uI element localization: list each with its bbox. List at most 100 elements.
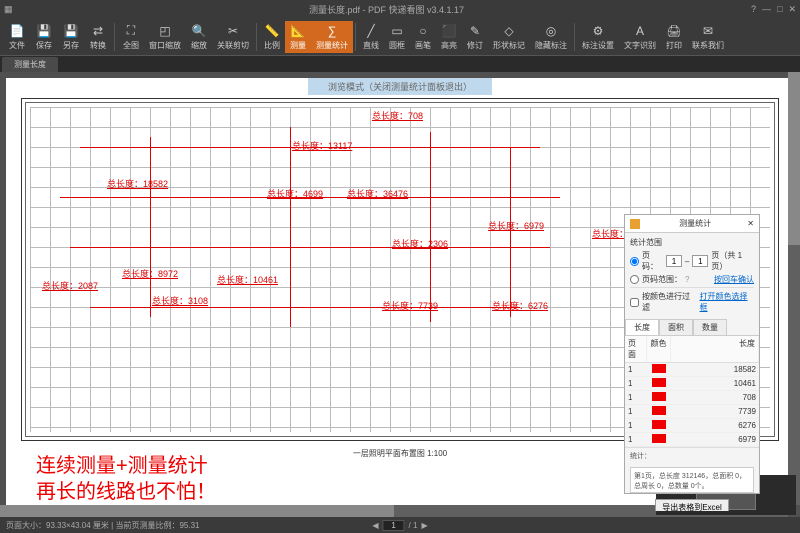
tool-stats[interactable]: ∑测量统计 xyxy=(311,21,353,53)
viewport: 浏览模式（关闭测量统计面板退出） 总长度：708 总长度：13117 总长度：185… xyxy=(0,72,800,517)
zoom-icon: 🔍 xyxy=(191,23,207,39)
drawing-canvas[interactable]: 浏览模式（关闭测量统计面板退出） 总长度：708 总长度：13117 总长度：185… xyxy=(6,78,794,511)
stats-open-palette[interactable]: 打开颜色选择框 xyxy=(700,291,755,313)
stats-summary: 第1页，总长度 312146，总面积 0，总周长 0，总数量 0个。 xyxy=(630,467,754,493)
color-swatch xyxy=(652,420,666,429)
length-label: 总长度：7739 xyxy=(382,299,438,312)
shapemark-icon: ◇ xyxy=(501,23,517,39)
measure-icon: 📐 xyxy=(290,23,306,39)
stats-row[interactable]: 16979 xyxy=(625,433,759,447)
menu-save[interactable]: 💾保存 xyxy=(31,21,57,53)
line-icon: ╱ xyxy=(363,23,379,39)
window-title: 测量长度.pdf - PDF 快递看图 v3.4.1.17 xyxy=(22,3,751,16)
hidemark-icon: ◎ xyxy=(543,23,559,39)
tool-window[interactable]: ◰窗口缩放 xyxy=(144,21,186,53)
length-label: 总长度：10461 xyxy=(217,273,278,286)
stats-panel: 测量统计 ✕ 统计范围 页码： – 页（共 1 页） 页码范围： ? 按回车确认 xyxy=(624,214,760,494)
page-current-input[interactable] xyxy=(383,520,405,531)
textrec-icon: A xyxy=(632,23,648,39)
stats-page-to[interactable] xyxy=(692,255,708,267)
length-label: 总长度：18582 xyxy=(107,177,168,190)
tool-rect[interactable]: ▭圆框 xyxy=(384,21,410,53)
length-label: 总长度：3108 xyxy=(152,294,208,307)
stats-tabs: 长度 面积 数量 xyxy=(625,319,759,336)
page-prev-icon[interactable]: ◀ xyxy=(372,521,378,530)
close-icon[interactable]: ✕ xyxy=(788,4,796,15)
stats-colorfilter-check[interactable] xyxy=(630,298,639,307)
tool-line[interactable]: ╱直线 xyxy=(358,21,384,53)
color-swatch xyxy=(652,392,666,401)
stats-row[interactable]: 118582 xyxy=(625,363,759,377)
tool-fullpage[interactable]: ⛶全图 xyxy=(118,21,144,53)
drawing-title: 一层照明平面布置图 1:100 xyxy=(353,448,447,459)
color-swatch xyxy=(652,406,666,415)
mode-banner: 浏览模式（关闭测量统计面板退出） xyxy=(308,78,492,95)
stats-export-button[interactable]: 导出表格到Excel xyxy=(655,499,729,511)
tool-setting[interactable]: ⚙标注设置 xyxy=(577,21,619,53)
tool-highlight[interactable]: ⬛高亮 xyxy=(436,21,462,53)
stats-tab-length[interactable]: 长度 xyxy=(625,319,659,335)
tool-revise[interactable]: ✎修订 xyxy=(462,21,488,53)
tool-contact[interactable]: ✉联系我们 xyxy=(687,21,729,53)
stats-icon: ∑ xyxy=(324,23,340,39)
help-icon[interactable]: ? xyxy=(751,4,756,15)
tab-document[interactable]: 测量长度 xyxy=(2,57,58,72)
length-label: 总长度：13117 xyxy=(292,139,352,152)
menu-saveas[interactable]: 💾另存 xyxy=(58,21,84,53)
menu-file[interactable]: 📄文件 xyxy=(4,21,30,53)
menu-convert[interactable]: ⇄转换 xyxy=(85,21,111,53)
length-label: 总长度：2306 xyxy=(392,237,448,250)
page-next-icon[interactable]: ▶ xyxy=(421,521,427,530)
scale-icon: 📏 xyxy=(264,23,280,39)
length-label: 总长度：2087 xyxy=(42,279,98,292)
stats-page-from[interactable] xyxy=(666,255,682,267)
stats-radio-range[interactable] xyxy=(630,275,639,284)
maximize-icon[interactable]: □ xyxy=(777,4,782,15)
stats-row[interactable]: 16276 xyxy=(625,419,759,433)
scrollbar-vertical[interactable] xyxy=(788,72,800,505)
color-swatch xyxy=(652,378,666,387)
stats-row[interactable]: 110461 xyxy=(625,377,759,391)
document-tabbar: 测量长度 xyxy=(0,56,800,72)
tool-hidemark[interactable]: ◎隐藏标注 xyxy=(530,21,572,53)
main-toolbar: 📄文件 💾保存 💾另存 ⇄转换 ⛶全图◰窗口缩放🔍缩放✂关联剪切📏比例📐测量∑测… xyxy=(0,18,800,56)
stats-row[interactable]: 17739 xyxy=(625,405,759,419)
stats-radio-page[interactable] xyxy=(630,257,639,266)
tool-copypaste[interactable]: ✂关联剪切 xyxy=(212,21,254,53)
tool-ellipse[interactable]: ○画笔 xyxy=(410,21,436,53)
marketing-caption: 连续测量+测量统计 再长的线路也不怕！ xyxy=(36,453,216,505)
print-icon: 🖨 xyxy=(666,23,682,39)
length-label: 总长度：4699 xyxy=(267,187,323,200)
stats-footer-label: 统计： xyxy=(625,447,759,464)
stats-table: 页面 颜色 长度 1185821104611708177391627616979 xyxy=(625,336,759,447)
stats-row[interactable]: 1708 xyxy=(625,391,759,405)
color-swatch xyxy=(652,434,666,443)
stats-confirm-hint[interactable]: 按回车确认 xyxy=(714,274,754,285)
length-label: 总长度：708 xyxy=(372,109,423,122)
contact-icon: ✉ xyxy=(700,23,716,39)
length-label: 总长度：6979 xyxy=(488,219,544,232)
tool-shapemark[interactable]: ◇形状标记 xyxy=(488,21,530,53)
minimize-icon[interactable]: — xyxy=(762,4,771,15)
tool-scale[interactable]: 📏比例 xyxy=(259,21,285,53)
stats-scope-label: 统计范围 xyxy=(630,237,754,248)
stats-title: 测量统计 ✕ xyxy=(625,215,759,233)
status-bar: 页面大小：93.33×43.04 厘米 | 当前页测量比例：95.31 ◀ / … xyxy=(0,517,800,533)
tool-measure[interactable]: 📐测量 xyxy=(285,21,311,53)
length-label: 总长度：8972 xyxy=(122,267,178,280)
color-swatch xyxy=(652,364,666,373)
app-icon: ▦ xyxy=(4,4,22,15)
tool-print[interactable]: 🖨打印 xyxy=(661,21,687,53)
copypaste-icon: ✂ xyxy=(225,23,241,39)
title-bar: ▦ 测量长度.pdf - PDF 快递看图 v3.4.1.17 ? — □ ✕ xyxy=(0,0,800,18)
tool-zoom[interactable]: 🔍缩放 xyxy=(186,21,212,53)
stats-close-icon[interactable]: ✕ xyxy=(747,219,754,228)
stats-tab-area[interactable]: 面积 xyxy=(659,319,693,335)
length-label: 总长度：6276 xyxy=(492,299,548,312)
tool-textrec[interactable]: A文字识别 xyxy=(619,21,661,53)
fullpage-icon: ⛶ xyxy=(123,23,139,39)
revise-icon: ✎ xyxy=(467,23,483,39)
ellipse-icon: ○ xyxy=(415,23,431,39)
stats-tab-count[interactable]: 数量 xyxy=(693,319,727,335)
window-icon: ◰ xyxy=(157,23,173,39)
